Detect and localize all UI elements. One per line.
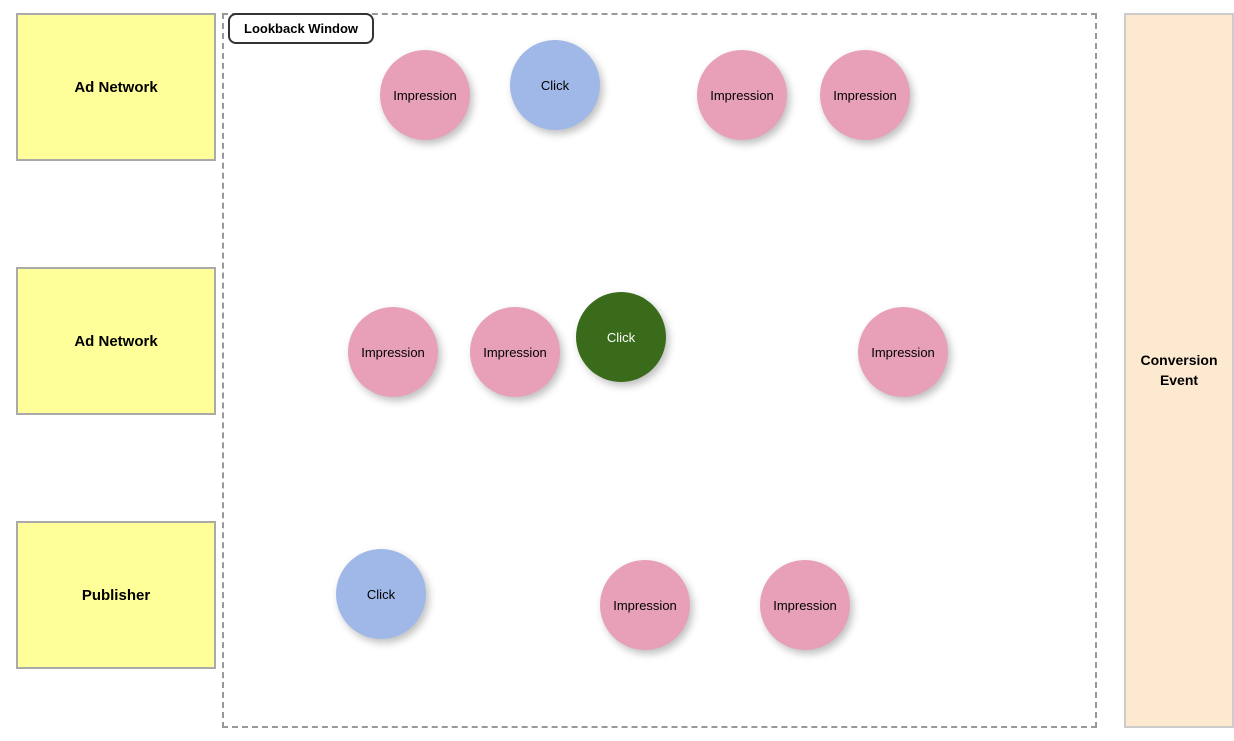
ad-network-1-label: Ad Network bbox=[16, 13, 216, 161]
main-container: Ad Network Ad Network Publisher Lookback… bbox=[0, 0, 1234, 741]
circle-impression-4: Impression bbox=[348, 307, 438, 397]
publisher-label: Publisher bbox=[16, 521, 216, 669]
circle-impression-8: Impression bbox=[760, 560, 850, 650]
circle-impression-5: Impression bbox=[470, 307, 560, 397]
circle-impression-7: Impression bbox=[600, 560, 690, 650]
ad-network-2-label: Ad Network bbox=[16, 267, 216, 415]
circle-impression-3: Impression bbox=[820, 50, 910, 140]
lookback-window-label: Lookback Window bbox=[228, 13, 374, 44]
conversion-event-panel: Conversion Event bbox=[1124, 13, 1234, 728]
circle-click-3: Click bbox=[336, 549, 426, 639]
circle-impression-2: Impression bbox=[697, 50, 787, 140]
circle-impression-6: Impression bbox=[858, 307, 948, 397]
circle-click-2: Click bbox=[576, 292, 666, 382]
circle-click-1: Click bbox=[510, 40, 600, 130]
circle-impression-1: Impression bbox=[380, 50, 470, 140]
